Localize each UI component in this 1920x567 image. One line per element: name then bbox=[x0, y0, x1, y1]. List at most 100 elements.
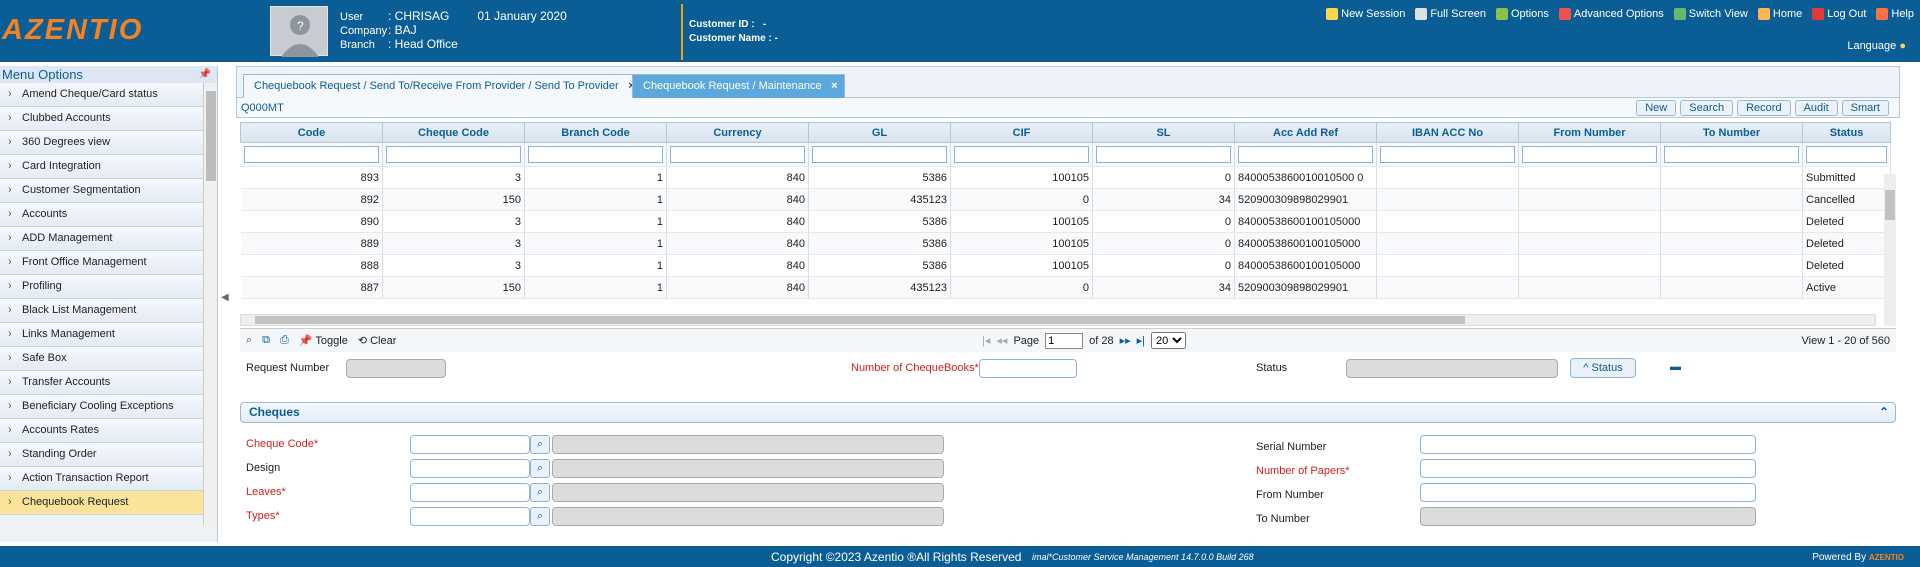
record-button[interactable]: Record bbox=[1737, 100, 1791, 116]
new-session-button[interactable]: New Session bbox=[1326, 8, 1405, 20]
filter-from-number[interactable] bbox=[1522, 146, 1657, 163]
cheques-section-header[interactable]: Cheques ⌃ bbox=[240, 402, 1896, 423]
home-button[interactable]: Home bbox=[1757, 8, 1802, 20]
grid-horizontal-scrollbar[interactable] bbox=[240, 314, 1876, 326]
table-row[interactable]: 890 3 1 840 5386 100105 0 84000538600100105000 D… bbox=[240, 210, 1891, 233]
column-header-from-number[interactable]: From Number bbox=[1518, 122, 1661, 143]
sidebar-item-card-integration[interactable]: Card Integration bbox=[0, 155, 204, 179]
folder-icon[interactable]: ▬ bbox=[1670, 361, 1681, 373]
sidebar-item-action-transaction-report[interactable]: Action Transaction Report bbox=[0, 467, 204, 491]
advanced-options-button[interactable]: Advanced Options bbox=[1558, 8, 1664, 20]
filter-acc-add-ref[interactable] bbox=[1238, 146, 1373, 163]
print-icon[interactable]: ⎙ bbox=[280, 334, 289, 347]
refresh-view-icon[interactable]: ⧉ bbox=[262, 334, 270, 347]
sidebar-item-standing-order[interactable]: Standing Order bbox=[0, 443, 204, 467]
types-lookup-icon[interactable]: ⌕ bbox=[530, 507, 550, 526]
request-number-field[interactable] bbox=[346, 359, 446, 378]
serial-number-field[interactable] bbox=[1420, 435, 1756, 454]
column-header-branch-code[interactable]: Branch Code bbox=[524, 122, 667, 143]
sidebar-item-chequebook-request[interactable]: Chequebook Request bbox=[0, 491, 204, 515]
search-button[interactable]: Search bbox=[1680, 100, 1734, 116]
log-out-button[interactable]: Log Out bbox=[1812, 8, 1866, 20]
sidebar-item-profiling[interactable]: Profiling bbox=[0, 275, 204, 299]
column-header-to-number[interactable]: To Number bbox=[1660, 122, 1803, 143]
sidebar-item-add-management[interactable]: ADD Management bbox=[0, 227, 204, 251]
column-header-sl[interactable]: SL bbox=[1092, 122, 1235, 143]
sidebar-item-amend-cheque-card-status[interactable]: Amend Cheque/Card status bbox=[0, 83, 204, 107]
language-selector[interactable]: Language ● bbox=[1847, 40, 1906, 52]
page-count: of 28 bbox=[1089, 334, 1114, 347]
filter-cif[interactable] bbox=[954, 146, 1089, 163]
filter-gl[interactable] bbox=[812, 146, 947, 163]
column-header-currency[interactable]: Currency bbox=[666, 122, 809, 143]
column-header-cheque-code[interactable]: Cheque Code bbox=[382, 122, 525, 143]
column-header-gl[interactable]: GL bbox=[808, 122, 951, 143]
column-header-iban-acc-no[interactable]: IBAN ACC No bbox=[1376, 122, 1519, 143]
sidebar-item-links-management[interactable]: Links Management bbox=[0, 323, 204, 347]
new-button[interactable]: New bbox=[1636, 100, 1677, 116]
tab-send-to-provider[interactable]: Chequebook Request / Send To/Receive Fro… bbox=[243, 74, 642, 98]
audit-button[interactable]: Audit bbox=[1794, 100, 1838, 116]
page-input[interactable] bbox=[1045, 332, 1084, 349]
next-page-icon[interactable]: ▸▸ bbox=[1120, 334, 1131, 347]
sidebar-collapse-icon[interactable]: ◀ bbox=[221, 292, 229, 303]
pin-icon[interactable]: 📌 bbox=[199, 66, 211, 83]
column-header-acc-add-ref[interactable]: Acc Add Ref bbox=[1234, 122, 1377, 143]
filter-currency[interactable] bbox=[670, 146, 805, 163]
filter-branch-code[interactable] bbox=[528, 146, 663, 163]
sidebar-item-clubbed-accounts[interactable]: Clubbed Accounts bbox=[0, 107, 204, 131]
table-row[interactable]: 892 150 1 840 435123 0 34 520900309898029901 Can… bbox=[240, 188, 1891, 211]
tab-maintenance[interactable]: Chequebook Request / Maintenance × bbox=[632, 74, 845, 98]
table-row[interactable]: 889 3 1 840 5386 100105 0 84000538600100105000 D… bbox=[240, 232, 1891, 255]
filter-iban-acc-no[interactable] bbox=[1380, 146, 1515, 163]
from-number-field[interactable] bbox=[1420, 483, 1756, 502]
num-chequebooks-field[interactable] bbox=[979, 359, 1077, 378]
cheque-code-field[interactable] bbox=[410, 435, 530, 454]
toggle-button[interactable]: 📌 Toggle bbox=[299, 334, 348, 347]
filter-status[interactable] bbox=[1806, 146, 1887, 163]
filter-cheque-code[interactable] bbox=[386, 146, 521, 163]
filter-sl[interactable] bbox=[1096, 146, 1231, 163]
options-button[interactable]: Options bbox=[1495, 8, 1549, 20]
table-row[interactable]: 887 150 1 840 435123 0 34 520900309898029901 Act… bbox=[240, 276, 1891, 299]
cheque-code-lookup-icon[interactable]: ⌕ bbox=[530, 435, 550, 454]
last-page-icon[interactable]: ▸| bbox=[1137, 334, 1145, 347]
table-row[interactable]: 888 3 1 840 5386 100105 0 84000538600100105000 D… bbox=[240, 254, 1891, 277]
help-button[interactable]: Help bbox=[1876, 8, 1914, 20]
design-lookup-icon[interactable]: ⌕ bbox=[530, 459, 550, 478]
column-header-status[interactable]: Status bbox=[1802, 122, 1891, 143]
sidebar-item-safe-box[interactable]: Safe Box bbox=[0, 347, 204, 371]
collapse-section-icon[interactable]: ⌃ bbox=[1879, 403, 1889, 422]
close-tab-icon[interactable]: × bbox=[831, 75, 837, 98]
sidebar-item-accounts-rates[interactable]: Accounts Rates bbox=[0, 419, 204, 443]
table-row[interactable]: 893 3 1 840 5386 100105 0 8400053860010010500 0… bbox=[240, 166, 1891, 189]
filter-to-number[interactable] bbox=[1664, 146, 1799, 163]
sidebar-item-accounts[interactable]: Accounts bbox=[0, 203, 204, 227]
smart-button[interactable]: Smart bbox=[1841, 100, 1889, 116]
sidebar-scrollbar[interactable] bbox=[203, 83, 217, 525]
search-icon[interactable]: ⌕ bbox=[246, 334, 252, 347]
sidebar-item-beneficiary-cooling-exceptions[interactable]: Beneficiary Cooling Exceptions bbox=[0, 395, 204, 419]
first-page-icon[interactable]: |◂ bbox=[982, 334, 990, 347]
status-button[interactable]: ^ Status bbox=[1570, 358, 1636, 378]
column-header-cif[interactable]: CIF bbox=[950, 122, 1093, 143]
full-screen-button[interactable]: Full Screen bbox=[1415, 8, 1486, 20]
grid-vertical-scrollbar[interactable] bbox=[1884, 174, 1896, 326]
sidebar-item-black-list-management[interactable]: Black List Management bbox=[0, 299, 204, 323]
filter-code[interactable] bbox=[243, 146, 379, 163]
design-field[interactable] bbox=[410, 459, 530, 478]
types-field[interactable] bbox=[410, 507, 530, 526]
leaves-lookup-icon[interactable]: ⌕ bbox=[530, 483, 550, 502]
number-of-papers-field[interactable] bbox=[1420, 459, 1756, 478]
sidebar-item-customer-segmentation[interactable]: Customer Segmentation bbox=[0, 179, 204, 203]
sidebar-item-360-degrees-view[interactable]: 360 Degrees view bbox=[0, 131, 204, 155]
sidebar-item-front-office-management[interactable]: Front Office Management bbox=[0, 251, 204, 275]
leaves-field[interactable] bbox=[410, 483, 530, 502]
status-field[interactable] bbox=[1346, 359, 1558, 378]
clear-button[interactable]: ⟲ Clear bbox=[358, 334, 397, 347]
column-header-code[interactable]: Code bbox=[240, 122, 383, 143]
sidebar-item-transfer-accounts[interactable]: Transfer Accounts bbox=[0, 371, 204, 395]
page-size-select[interactable]: 20 bbox=[1151, 332, 1187, 349]
switch-view-button[interactable]: Switch View bbox=[1673, 8, 1748, 20]
prev-page-icon[interactable]: ◂◂ bbox=[996, 334, 1007, 347]
